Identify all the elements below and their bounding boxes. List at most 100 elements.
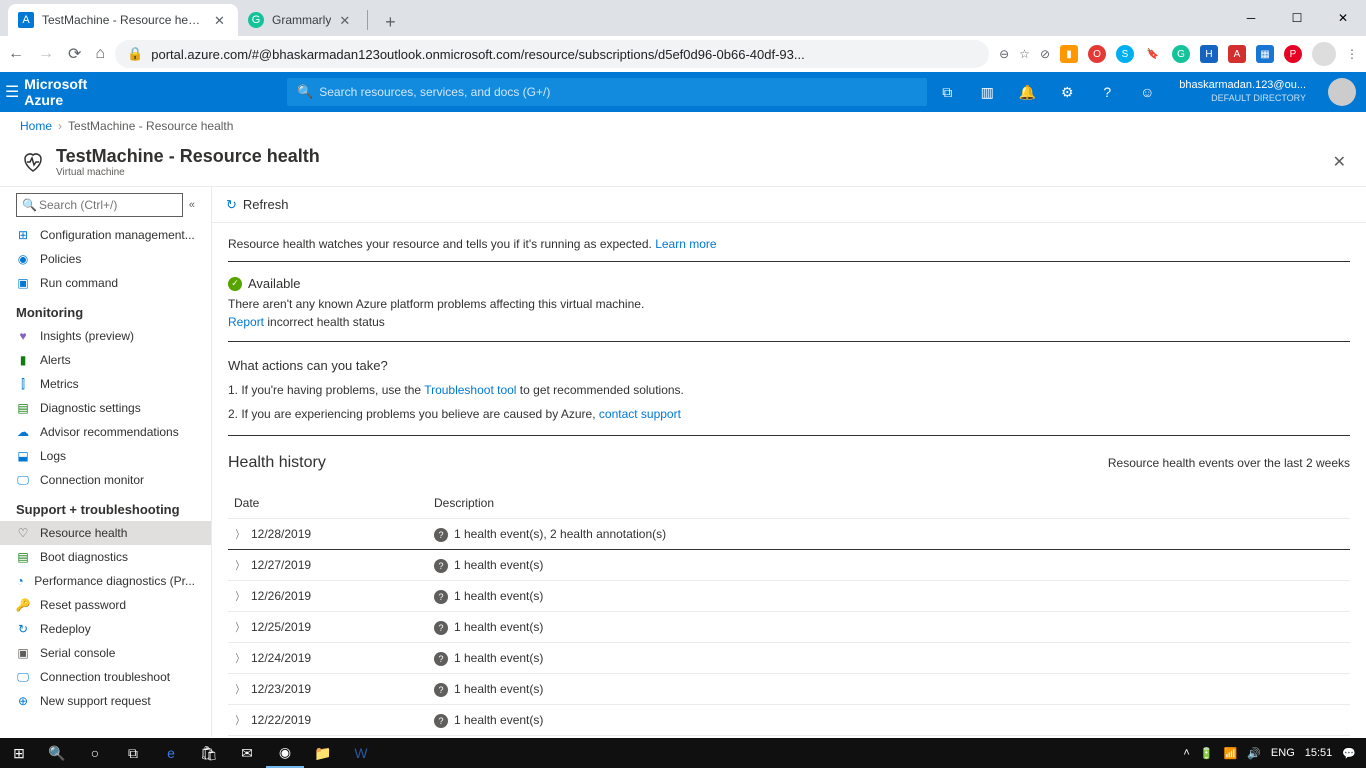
maximize-button[interactable]: ☐ bbox=[1274, 0, 1320, 36]
browser-tab-grammarly[interactable]: G Grammarly ✕ bbox=[238, 4, 363, 36]
sidebar-item-label: New support request bbox=[40, 694, 151, 708]
ext-icon[interactable]: H bbox=[1200, 45, 1218, 63]
zoom-icon[interactable]: ⊖ bbox=[999, 47, 1009, 61]
sidebar-item[interactable]: ▤Diagnostic settings bbox=[0, 396, 211, 420]
sidebar-item[interactable]: 🖵Connection troubleshoot bbox=[0, 665, 211, 689]
table-row[interactable]: 〉12/26/2019?1 health event(s) bbox=[228, 581, 1350, 612]
cloud-shell-icon[interactable]: ⧉ bbox=[927, 84, 967, 101]
hamburger-menu[interactable]: ☰ bbox=[0, 82, 24, 102]
breadcrumb-home[interactable]: Home bbox=[20, 119, 52, 133]
azure-search-input[interactable] bbox=[287, 78, 927, 106]
ext-icon[interactable]: P bbox=[1284, 45, 1302, 63]
ext-icon[interactable]: 🔖 bbox=[1144, 45, 1162, 63]
close-tab-icon[interactable]: ✕ bbox=[214, 13, 228, 27]
help-icon[interactable]: ? bbox=[1087, 84, 1127, 100]
word-icon[interactable]: W bbox=[342, 738, 380, 768]
ext-icon[interactable]: A bbox=[1228, 45, 1246, 63]
cortana-icon[interactable]: ○ bbox=[76, 738, 114, 768]
sidebar-item[interactable]: ↻Redeploy bbox=[0, 617, 211, 641]
close-blade-button[interactable]: ✕ bbox=[1333, 152, 1346, 172]
table-row[interactable]: 〉12/24/2019?1 health event(s) bbox=[228, 643, 1350, 674]
new-tab-button[interactable]: + bbox=[376, 8, 404, 36]
language-indicator[interactable]: ENG bbox=[1271, 747, 1295, 759]
chrome-icon[interactable]: ◉ bbox=[266, 738, 304, 768]
wifi-icon[interactable]: 📶 bbox=[1224, 747, 1238, 760]
search-taskbar-icon[interactable]: 🔍 bbox=[38, 738, 76, 768]
sidebar-item[interactable]: ⊕New support request bbox=[0, 689, 211, 713]
mail-icon[interactable]: ✉ bbox=[228, 738, 266, 768]
refresh-button[interactable]: ↻ Refresh bbox=[226, 197, 288, 213]
block-icon[interactable]: ⊘ bbox=[1040, 47, 1050, 61]
sidebar-item[interactable]: ▣Run command bbox=[0, 271, 211, 295]
sidebar-item[interactable]: ♥Insights (preview) bbox=[0, 324, 211, 348]
feedback-icon[interactable]: ☺ bbox=[1127, 84, 1167, 100]
explorer-icon[interactable]: 📁 bbox=[304, 738, 342, 768]
user-account[interactable]: bhaskarmadan.123@ou... DEFAULT DIRECTORY bbox=[1167, 75, 1318, 109]
sidebar-search-input[interactable] bbox=[16, 193, 183, 217]
clock[interactable]: 15:51 bbox=[1305, 747, 1333, 759]
back-button[interactable]: ← bbox=[8, 45, 24, 63]
sidebar-item[interactable]: ▤Boot diagnostics bbox=[0, 545, 211, 569]
user-directory: DEFAULT DIRECTORY bbox=[1179, 92, 1306, 105]
star-icon[interactable]: ☆ bbox=[1019, 47, 1030, 61]
tray-chevron-icon[interactable]: ˄ bbox=[1183, 747, 1189, 759]
close-tab-icon[interactable]: ✕ bbox=[339, 13, 353, 27]
start-button[interactable]: ⊞ bbox=[0, 738, 38, 768]
sidebar-item[interactable]: ⬓Logs bbox=[0, 444, 211, 468]
table-row[interactable]: 〉12/28/2019?1 health event(s), 2 health … bbox=[228, 519, 1350, 550]
ext-icon[interactable]: ▦ bbox=[1256, 45, 1274, 63]
table-row[interactable]: 〉12/22/2019?1 health event(s) bbox=[228, 705, 1350, 736]
directory-filter-icon[interactable]: ▥ bbox=[967, 84, 1007, 101]
refresh-label: Refresh bbox=[243, 197, 289, 212]
troubleshoot-tool-link[interactable]: Troubleshoot tool bbox=[424, 383, 516, 397]
menu-icon[interactable]: ⋮ bbox=[1346, 47, 1358, 61]
azure-favicon: A bbox=[18, 12, 34, 28]
action-item-1: 1. If you're having problems, use the Tr… bbox=[228, 383, 1350, 397]
minimize-button[interactable]: ─ bbox=[1228, 0, 1274, 36]
sidebar-item[interactable]: ▣Serial console bbox=[0, 641, 211, 665]
browser-tab-azure[interactable]: A TestMachine - Resource health - ✕ bbox=[8, 4, 238, 36]
collapse-sidebar-icon[interactable]: « bbox=[189, 199, 195, 211]
task-view-icon[interactable]: ⧉ bbox=[114, 738, 152, 768]
notifications-icon[interactable]: 🔔 bbox=[1007, 84, 1047, 101]
ext-icon[interactable]: ▮ bbox=[1060, 45, 1078, 63]
sidebar-item-label: Policies bbox=[40, 252, 81, 266]
report-link[interactable]: Report bbox=[228, 315, 264, 329]
reload-button[interactable]: ⟳ bbox=[68, 44, 81, 64]
azure-brand[interactable]: Microsoft Azure bbox=[24, 76, 127, 108]
ext-icon[interactable]: S bbox=[1116, 45, 1134, 63]
battery-icon[interactable]: 🔋 bbox=[1200, 747, 1214, 760]
action-center-icon[interactable]: 💬 bbox=[1342, 747, 1356, 760]
forward-button[interactable]: → bbox=[38, 45, 54, 63]
sidebar-item[interactable]: ◉Policies bbox=[0, 247, 211, 271]
home-button[interactable]: ⌂ bbox=[95, 45, 105, 63]
sidebar-item[interactable]: 🔑Reset password bbox=[0, 593, 211, 617]
volume-icon[interactable]: 🔊 bbox=[1247, 747, 1261, 760]
sidebar-item[interactable]: ⊞Configuration management... bbox=[0, 223, 211, 247]
settings-icon[interactable]: ⚙ bbox=[1047, 84, 1087, 101]
user-avatar[interactable] bbox=[1328, 78, 1356, 106]
edge-icon[interactable]: e bbox=[152, 738, 190, 768]
table-row[interactable]: 〉12/23/2019?1 health event(s) bbox=[228, 674, 1350, 705]
profile-avatar[interactable] bbox=[1312, 42, 1336, 66]
close-window-button[interactable]: ✕ bbox=[1320, 0, 1366, 36]
sidebar-item[interactable]: ⫿Metrics bbox=[0, 372, 211, 396]
learn-more-link[interactable]: Learn more bbox=[655, 237, 716, 251]
sidebar-item[interactable]: ◔Performance diagnostics (Pr... bbox=[0, 569, 211, 593]
sidebar-item[interactable]: ☁Advisor recommendations bbox=[0, 420, 211, 444]
contact-support-link[interactable]: contact support bbox=[599, 407, 681, 421]
breadcrumb: Home › TestMachine - Resource health bbox=[0, 112, 1366, 140]
table-row[interactable]: 〉12/21/2019?1 health event(s) bbox=[228, 736, 1350, 738]
sidebar-item[interactable]: ▮Alerts bbox=[0, 348, 211, 372]
sidebar-item[interactable]: 🖵Connection monitor bbox=[0, 468, 211, 492]
sidebar-item-label: Boot diagnostics bbox=[40, 550, 128, 564]
table-row[interactable]: 〉12/25/2019?1 health event(s) bbox=[228, 612, 1350, 643]
tab-title: Grammarly bbox=[272, 13, 331, 27]
ext-icon[interactable]: G bbox=[1172, 45, 1190, 63]
ext-icon[interactable]: O bbox=[1088, 45, 1106, 63]
tab-bar: A TestMachine - Resource health - ✕ G Gr… bbox=[0, 0, 1366, 36]
url-field[interactable]: 🔒 portal.azure.com/#@bhaskarmadan123outl… bbox=[115, 40, 989, 68]
sidebar-item[interactable]: ♡Resource health bbox=[0, 521, 211, 545]
table-row[interactable]: 〉12/27/2019?1 health event(s) bbox=[228, 550, 1350, 581]
store-icon[interactable]: 🛍 bbox=[190, 738, 228, 768]
